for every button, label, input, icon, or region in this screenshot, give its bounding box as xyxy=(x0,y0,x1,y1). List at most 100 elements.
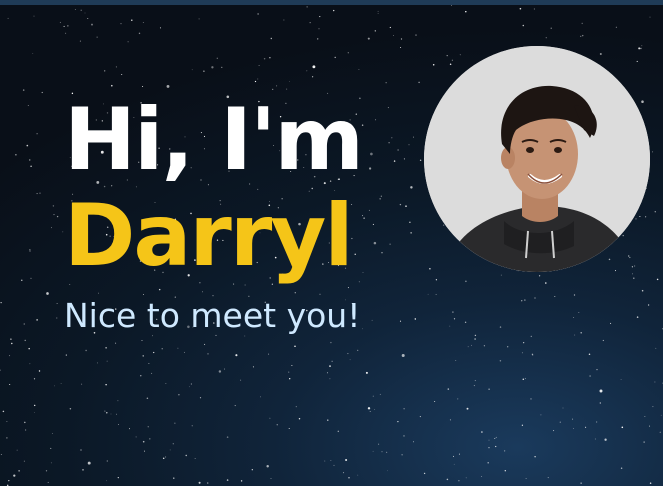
star xyxy=(400,47,402,48)
star xyxy=(347,353,349,355)
star xyxy=(46,292,49,295)
star xyxy=(251,469,253,471)
star xyxy=(347,52,349,54)
star xyxy=(641,45,643,47)
star xyxy=(199,397,202,399)
star xyxy=(530,335,532,338)
star xyxy=(312,65,316,69)
star xyxy=(374,409,376,410)
star xyxy=(51,432,53,434)
star xyxy=(258,64,260,67)
star xyxy=(401,454,403,456)
star xyxy=(397,420,399,423)
star xyxy=(13,474,16,477)
star xyxy=(580,331,582,334)
star xyxy=(56,215,59,218)
star xyxy=(63,25,65,27)
star xyxy=(80,449,82,451)
star xyxy=(507,346,509,348)
star xyxy=(357,474,359,476)
star xyxy=(106,360,108,362)
star xyxy=(401,354,405,357)
star xyxy=(599,402,601,404)
star xyxy=(495,445,497,448)
star xyxy=(0,454,2,455)
star xyxy=(654,381,656,383)
star xyxy=(333,464,335,466)
star xyxy=(221,66,223,69)
star xyxy=(403,435,405,437)
star xyxy=(524,377,526,380)
profile-photo-icon xyxy=(424,46,650,272)
star xyxy=(263,58,266,60)
star xyxy=(74,9,76,10)
star xyxy=(481,431,483,433)
star xyxy=(580,35,582,38)
star xyxy=(16,449,18,451)
star xyxy=(106,412,108,414)
star xyxy=(289,378,291,380)
star xyxy=(161,348,163,350)
star xyxy=(385,451,388,454)
star xyxy=(645,216,647,218)
star xyxy=(585,426,587,428)
star xyxy=(9,355,11,357)
star xyxy=(127,41,129,43)
star xyxy=(581,34,584,37)
star xyxy=(270,478,272,479)
star xyxy=(257,13,259,15)
star xyxy=(41,91,43,94)
star xyxy=(578,312,580,313)
star xyxy=(51,227,52,229)
star xyxy=(254,80,257,83)
star xyxy=(636,60,638,62)
star xyxy=(111,84,113,87)
star xyxy=(81,383,83,385)
star xyxy=(403,408,405,410)
star xyxy=(452,311,454,313)
star xyxy=(169,449,171,451)
star xyxy=(11,342,13,345)
star xyxy=(553,430,555,432)
star xyxy=(533,8,535,10)
star xyxy=(453,318,456,320)
star xyxy=(559,421,561,423)
star xyxy=(638,47,641,50)
star xyxy=(633,277,635,279)
star xyxy=(488,447,490,449)
star xyxy=(524,299,526,301)
star xyxy=(647,304,650,306)
star xyxy=(172,443,174,445)
star xyxy=(59,21,61,24)
star xyxy=(110,413,112,415)
star xyxy=(218,370,222,373)
star xyxy=(135,436,137,438)
star xyxy=(24,421,26,424)
star xyxy=(266,464,269,468)
star xyxy=(29,249,31,251)
star xyxy=(87,17,89,19)
star xyxy=(599,389,603,393)
star xyxy=(660,414,662,416)
star xyxy=(521,352,523,354)
star xyxy=(530,398,532,400)
star xyxy=(481,476,483,477)
star xyxy=(588,353,591,356)
star xyxy=(142,440,145,443)
star xyxy=(357,349,359,352)
star xyxy=(206,482,209,484)
star xyxy=(79,40,81,42)
star xyxy=(269,57,271,59)
star xyxy=(451,5,452,6)
star xyxy=(458,480,460,482)
star xyxy=(306,70,308,72)
star xyxy=(235,354,238,357)
star xyxy=(329,378,331,380)
star xyxy=(33,15,35,17)
avatar xyxy=(424,46,650,272)
star xyxy=(534,456,536,458)
star xyxy=(191,425,193,427)
star xyxy=(604,438,607,441)
star xyxy=(547,477,549,479)
star xyxy=(467,346,469,348)
